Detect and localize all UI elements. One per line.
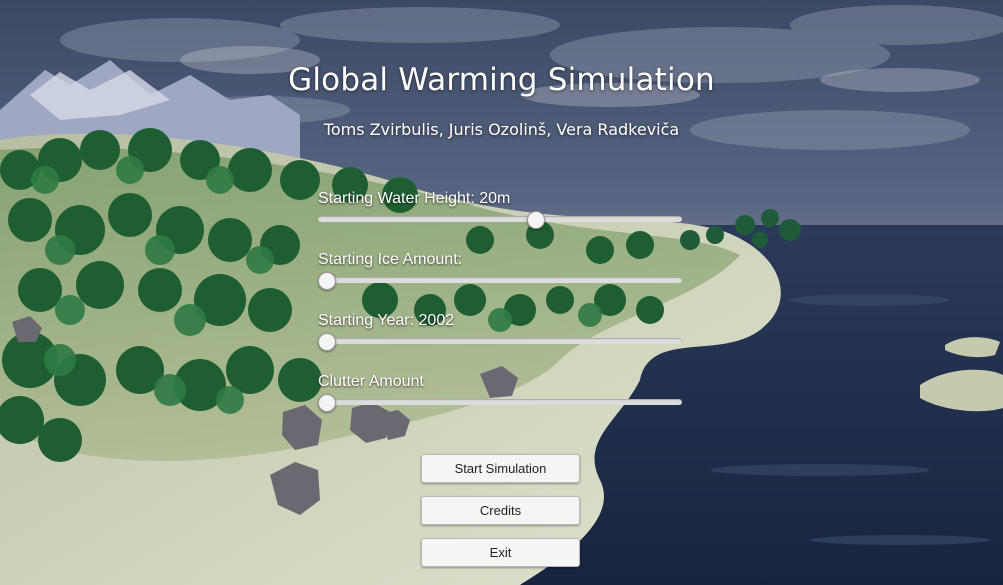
starting-year-label: Starting Year: 2002 — [318, 312, 455, 329]
ice-amount-label: Starting Ice Amount: — [318, 251, 463, 268]
ice-amount-setting: Starting Ice Amount: — [316, 251, 686, 301]
starting-year-slider[interactable] — [318, 333, 682, 351]
ice-amount-slider[interactable] — [318, 272, 682, 290]
water-height-setting: Starting Water Height: 20m — [316, 190, 686, 240]
credits-button[interactable]: Credits — [421, 496, 580, 525]
water-height-slider-handle[interactable] — [526, 211, 545, 229]
exit-button[interactable]: Exit — [421, 538, 580, 567]
menu-title: Global Warming Simulation — [288, 62, 715, 98]
clutter-amount-slider[interactable] — [318, 394, 682, 412]
authors-text: Toms Zvirbulis, Juris Ozolinš, Vera Radk… — [323, 120, 680, 139]
water-height-label: Starting Water Height: 20m — [318, 190, 511, 207]
start-simulation-button[interactable]: Start Simulation — [421, 454, 580, 483]
ice-amount-slider-handle[interactable] — [318, 272, 336, 290]
clutter-amount-setting: Clutter Amount — [316, 373, 686, 423]
starting-year-slider-handle[interactable] — [318, 333, 336, 351]
clutter-amount-slider-handle[interactable] — [318, 394, 336, 412]
clutter-amount-label: Clutter Amount — [318, 373, 424, 390]
water-height-slider[interactable] — [318, 211, 682, 229]
starting-year-setting: Starting Year: 2002 — [316, 312, 686, 362]
